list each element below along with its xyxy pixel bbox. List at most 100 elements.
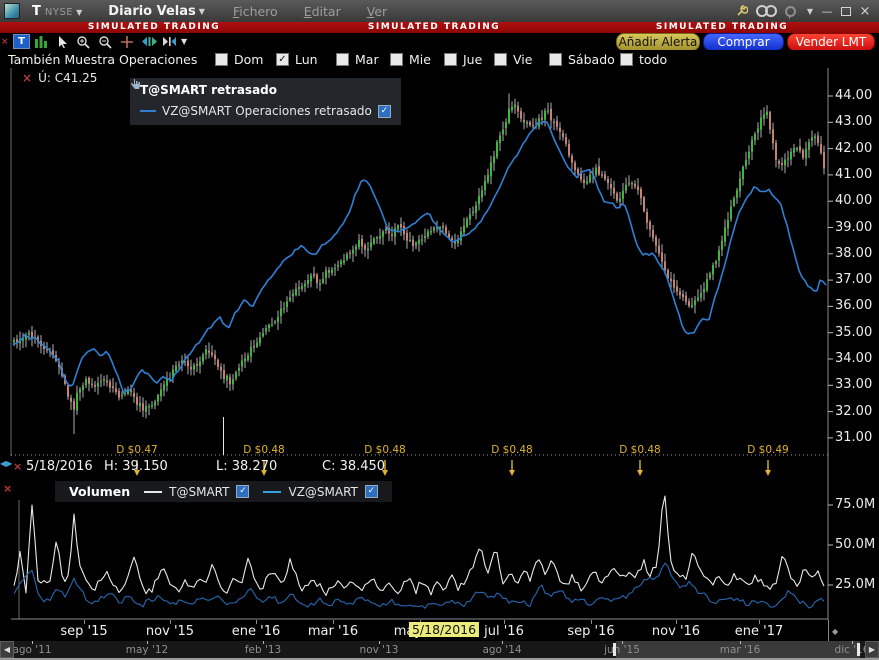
price-tick-label: 41.00 bbox=[835, 167, 872, 182]
chart-legend: T@SMART retrasado VZ@SMART Operaciones r… bbox=[130, 78, 401, 125]
volume-pane-close-icon[interactable]: × bbox=[3, 482, 12, 495]
buy-lmt-button[interactable]: Comprar LMT bbox=[703, 33, 784, 51]
chevron-down-icon: ▼ bbox=[199, 7, 205, 16]
trading-window: T NYSE ▼ Diario Velas ▼ Fichero Editar Ver… bbox=[0, 0, 879, 660]
price-tick-label: 43.00 bbox=[835, 114, 872, 129]
timeline-label: jun '15 bbox=[604, 644, 640, 656]
menu-fichero[interactable]: Fichero bbox=[233, 4, 278, 19]
status-low: L: 38.270 bbox=[216, 459, 277, 474]
link-icon[interactable] bbox=[756, 5, 777, 17]
dividend-label: D $0.48 bbox=[619, 444, 660, 456]
timeline-label: may '12 bbox=[126, 644, 168, 656]
checkbox-icon[interactable] bbox=[444, 53, 457, 66]
volume-series-vz: VZ@SMART ✓ bbox=[263, 485, 377, 499]
close-pane-icon[interactable]: × bbox=[1, 34, 9, 49]
timeline-handle-right[interactable] bbox=[857, 643, 860, 656]
price-tick-label: 35.00 bbox=[835, 325, 872, 340]
legend-close-icon[interactable]: × bbox=[22, 71, 32, 85]
vz-volume-checkbox[interactable]: ✓ bbox=[365, 485, 378, 498]
add-alert-button[interactable]: Añadir Alerta bbox=[616, 33, 700, 51]
price-tick-label: 31.00 bbox=[835, 430, 872, 445]
menu-ver[interactable]: Ver bbox=[367, 4, 387, 19]
collapse-arrows-icon[interactable] bbox=[162, 34, 177, 49]
dividend-label: D $0.48 bbox=[364, 444, 405, 456]
x-axis-label: ene '16 bbox=[232, 624, 280, 639]
dividend-label: D $0.47 bbox=[116, 444, 157, 456]
pin-icon[interactable] bbox=[785, 6, 796, 17]
x-axis-label: mar '16 bbox=[308, 624, 358, 639]
chart-type-label: Diario Velas bbox=[108, 4, 195, 19]
banner-text: SIMULATED TRADING bbox=[368, 22, 500, 33]
symbol-label: T bbox=[32, 4, 41, 19]
day-checkbox-mar[interactable]: Mar bbox=[336, 52, 379, 67]
maximize-button[interactable] bbox=[841, 7, 851, 16]
day-checkbox-todo[interactable]: todo bbox=[620, 52, 667, 67]
price-pane: ×Ú: C41.25 T@SMART retrasado VZ@SMART Op… bbox=[0, 68, 879, 478]
price-chart[interactable] bbox=[0, 68, 879, 478]
filter-label: También Muestra Operaciones bbox=[8, 52, 197, 67]
day-checkbox-lun[interactable]: ✓Lun bbox=[276, 52, 318, 67]
checkbox-icon[interactable] bbox=[336, 53, 349, 66]
chart-type-menu[interactable]: Diario Velas ▼ bbox=[108, 4, 205, 19]
t-volume-checkbox[interactable]: ✓ bbox=[236, 485, 249, 498]
status-close-icon[interactable]: × bbox=[13, 460, 22, 473]
simulated-trading-banner: SIMULATED TRADING SIMULATED TRADING SIMU… bbox=[0, 22, 879, 33]
checkbox-icon[interactable] bbox=[215, 53, 228, 66]
wrench-icon[interactable] bbox=[736, 5, 748, 17]
checkbox-icon[interactable] bbox=[620, 53, 633, 66]
hand-cursor-icon[interactable] bbox=[130, 78, 141, 89]
x-axis-label: ene '17 bbox=[735, 624, 783, 639]
symbol-tool-icon[interactable]: T bbox=[13, 34, 30, 49]
titlebar-controls: ▼ — × bbox=[736, 4, 871, 19]
checkbox-icon[interactable] bbox=[494, 53, 507, 66]
timeline-label: nov '13 bbox=[360, 644, 399, 656]
checkbox-icon[interactable] bbox=[390, 53, 403, 66]
timeline-label: mar '16 bbox=[720, 644, 761, 656]
vz-visibility-checkbox[interactable]: ✓ bbox=[378, 105, 391, 118]
day-checkbox-sábado[interactable]: Sábado bbox=[549, 52, 615, 67]
x-axis-label: sep '15 bbox=[60, 624, 107, 639]
price-tick-label: 39.00 bbox=[835, 220, 872, 235]
chart-toolbar: × T ▼ Añadir Alerta Comprar LMT Vender L… bbox=[0, 33, 879, 50]
status-high: H: 39.150 bbox=[104, 459, 168, 474]
menu-editar[interactable]: Editar bbox=[304, 4, 341, 19]
day-checkbox-vie[interactable]: Vie bbox=[494, 52, 532, 67]
dividend-label: D $0.49 bbox=[747, 444, 788, 456]
axis-scroll-icon[interactable]: ◆ bbox=[832, 627, 838, 636]
price-tick-label: 44.00 bbox=[835, 88, 872, 103]
day-checkbox-mie[interactable]: Mie bbox=[390, 52, 431, 67]
checkbox-icon[interactable]: ✓ bbox=[276, 53, 289, 66]
status-bar: × 5/18/2016 H: 39.150 L: 38.270 C: 38.45… bbox=[0, 457, 879, 478]
checkbox-icon[interactable] bbox=[549, 53, 562, 66]
pin-chevron-icon[interactable]: ▼ bbox=[807, 7, 813, 16]
volume-tick-label: 75.0M bbox=[835, 497, 875, 512]
vz-line-swatch bbox=[140, 110, 156, 112]
pan-arrows-icon[interactable] bbox=[141, 34, 158, 49]
filter-bar: También Muestra Operaciones Dom ✓Lun Mar Mi… bbox=[0, 50, 879, 68]
day-checkbox-jue[interactable]: Jue bbox=[444, 52, 482, 67]
volume-tick-label: 25.0M bbox=[835, 577, 875, 592]
minimize-button[interactable]: — bbox=[821, 5, 833, 18]
chart-style-icon[interactable] bbox=[34, 34, 48, 49]
day-checkbox-dom[interactable]: Dom bbox=[215, 52, 263, 67]
pane-splitter-icon[interactable]: ◀▶ bbox=[0, 459, 14, 468]
zoom-out-icon[interactable] bbox=[98, 34, 112, 49]
timeline-scroll-left-button[interactable]: ◀ bbox=[0, 641, 14, 658]
close-button[interactable]: × bbox=[859, 4, 871, 19]
zoom-in-icon[interactable] bbox=[76, 34, 90, 49]
title-bar: T NYSE ▼ Diario Velas ▼ Fichero Editar Ver… bbox=[0, 0, 879, 22]
price-tick-label: 32.00 bbox=[835, 404, 872, 419]
sell-lmt-button[interactable]: Vender LMT bbox=[787, 33, 875, 51]
status-date: 5/18/2016 bbox=[26, 459, 93, 474]
time-axis: sep '15nov '15ene '16mar '16may '16jul '… bbox=[0, 620, 879, 641]
price-tick-label: 40.00 bbox=[835, 193, 872, 208]
cursor-tool-icon[interactable] bbox=[57, 34, 69, 49]
crosshair-icon[interactable] bbox=[120, 34, 134, 49]
symbol-menu[interactable]: T NYSE ▼ bbox=[32, 4, 82, 19]
t-volume-swatch bbox=[144, 491, 162, 493]
timeline-scrollbar[interactable]: ago '11may '12feb '13nov '13ago '14jun '… bbox=[0, 641, 879, 658]
timeline-scroll-right-button[interactable]: ▶ bbox=[865, 641, 879, 658]
volume-title: Volumen bbox=[69, 484, 130, 499]
toolbar-dropdown-icon[interactable]: ▼ bbox=[181, 34, 187, 49]
timeline-handle-left[interactable] bbox=[613, 643, 616, 656]
